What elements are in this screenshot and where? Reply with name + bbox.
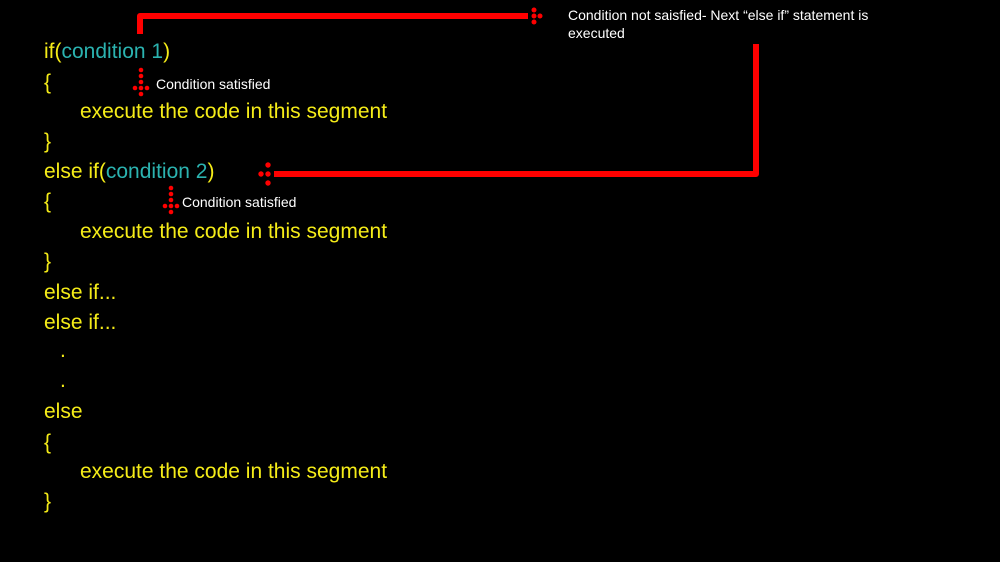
brace-open: { xyxy=(44,71,52,94)
paren-close: ) xyxy=(163,40,171,63)
condition-2: condition 2 xyxy=(105,160,208,183)
brace-close: } xyxy=(44,130,52,153)
elseif-keyword: else if( xyxy=(44,160,106,183)
satisfied-note-2: Condition satisfied xyxy=(182,194,297,210)
brace-open: { xyxy=(44,431,52,454)
arrowhead-satisfied-2 xyxy=(162,185,180,215)
elseif-more: else if... xyxy=(44,281,117,304)
elseif-more: else if... xyxy=(44,311,117,334)
ellipsis-dot: . xyxy=(60,369,66,392)
not-satisfied-note: Condition not saisfied- Next “else if” s… xyxy=(568,7,869,41)
satisfied-note-1: Condition satisfied xyxy=(156,76,271,92)
code-body-2: execute the code in this segment xyxy=(80,220,388,243)
if-statement: if(condition 1) xyxy=(44,40,170,64)
arrowhead-top-right xyxy=(531,7,543,25)
ellipsis-dot: . xyxy=(60,339,66,362)
paren-close: ) xyxy=(207,160,215,183)
code-body-1: execute the code in this segment xyxy=(80,100,388,123)
code-body-3: execute the code in this segment xyxy=(80,460,388,483)
brace-open: { xyxy=(44,190,52,213)
condition-1: condition 1 xyxy=(61,40,164,63)
brace-close: } xyxy=(44,250,52,273)
if-keyword: if( xyxy=(44,40,62,63)
brace-close: } xyxy=(44,490,52,513)
arrowhead-elseif xyxy=(258,162,271,186)
not-satisfied-arrow xyxy=(137,13,528,34)
else-keyword: else xyxy=(44,400,83,423)
elseif-statement: else if(condition 2) xyxy=(44,160,214,184)
arrowhead-satisfied-1 xyxy=(132,67,150,97)
